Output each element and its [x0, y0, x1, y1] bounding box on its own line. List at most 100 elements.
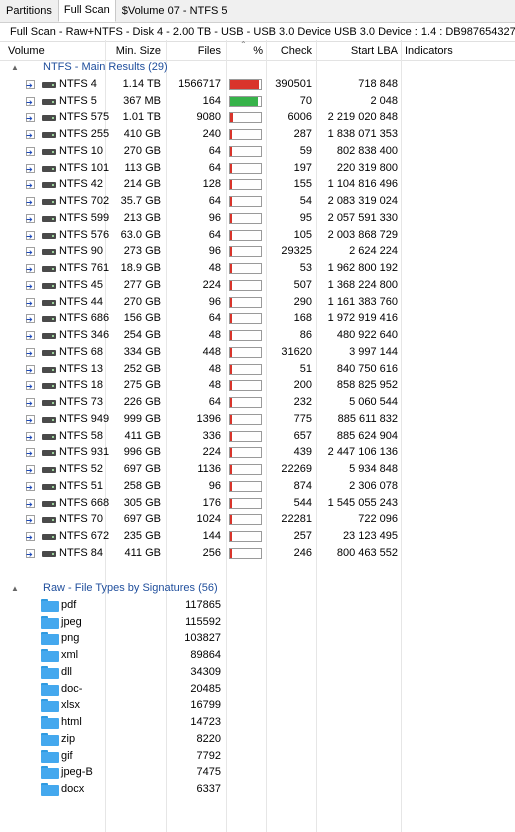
expand-arrow-icon[interactable] — [26, 244, 35, 261]
quality-bar — [229, 279, 262, 291]
list-item[interactable]: html 14723 — [0, 714, 515, 731]
expand-arrow-icon[interactable] — [26, 194, 35, 211]
quality-bar — [229, 196, 262, 207]
expand-arrow-icon[interactable] — [26, 429, 35, 446]
expand-arrow-icon[interactable] — [26, 529, 35, 546]
expand-arrow-icon[interactable] — [26, 311, 35, 328]
table-row[interactable]: NTFS 90 273 GB 96 29325 2 624 224 — [0, 243, 515, 261]
list-item[interactable]: zip 8220 — [0, 731, 515, 748]
table-row[interactable]: NTFS 52 697 GB 1136 22269 5 934 848 — [0, 461, 515, 479]
list-item[interactable]: pdf 117865 — [0, 597, 515, 614]
list-item[interactable]: docx 6337 — [0, 781, 515, 798]
column-percent[interactable]: % — [250, 42, 263, 60]
group-header-ntfs[interactable]: ▲ NTFS - Main Results (29) — [0, 59, 515, 76]
table-row[interactable]: NTFS 58 411 GB 336 657 885 624 904 — [0, 428, 515, 446]
table-row[interactable]: NTFS 10 270 GB 64 59 802 838 400 — [0, 143, 515, 161]
table-row[interactable]: NTFS 575 1.01 TB 9080 6006 2 219 020 848 — [0, 109, 515, 127]
expand-arrow-icon[interactable] — [26, 110, 35, 127]
table-row[interactable]: NTFS 70 697 GB 1024 22281 722 096 — [0, 511, 515, 529]
list-item[interactable]: gif 7792 — [0, 748, 515, 765]
table-row[interactable]: NTFS 686 156 GB 64 168 1 972 919 416 — [0, 310, 515, 328]
table-row[interactable]: NTFS 931 996 GB 224 439 2 447 106 136 — [0, 444, 515, 462]
drive-icon — [42, 81, 56, 88]
expand-arrow-icon[interactable] — [26, 261, 35, 278]
start-lba: 885 624 904 — [336, 429, 398, 442]
column-min-size[interactable]: Min. Size — [112, 42, 161, 60]
table-row[interactable]: NTFS 346 254 GB 48 86 480 922 640 — [0, 327, 515, 345]
table-row[interactable]: NTFS 101 113 GB 64 197 220 319 800 — [0, 160, 515, 178]
table-row[interactable]: NTFS 949 999 GB 1396 775 885 611 832 — [0, 411, 515, 429]
expand-arrow-icon[interactable] — [26, 328, 35, 345]
column-files[interactable]: Files — [170, 42, 221, 60]
file-count: 96 — [208, 211, 221, 224]
expand-arrow-icon[interactable] — [26, 412, 35, 429]
volume-name: NTFS 90 — [59, 245, 104, 258]
table-row[interactable]: NTFS 672 235 GB 144 257 23 123 495 — [0, 528, 515, 546]
collapse-caret-icon[interactable]: ▲ — [11, 580, 19, 597]
volume-name: NTFS 346 — [59, 329, 110, 341]
table-row[interactable]: NTFS 255 410 GB 240 287 1 838 071 353 — [0, 126, 515, 144]
column-start-lba[interactable]: Start LBA — [320, 42, 398, 60]
file-count: 336 — [202, 429, 221, 442]
file-count: 64 — [208, 144, 221, 157]
list-item[interactable]: png 103827 — [0, 630, 515, 647]
table-row[interactable]: NTFS 668 305 GB 176 544 1 545 055 243 — [0, 495, 515, 513]
table-row[interactable]: NTFS 761 18.9 GB 48 53 1 962 800 192 — [0, 260, 515, 278]
table-row[interactable]: NTFS 51 258 GB 96 874 2 306 078 — [0, 478, 515, 496]
file-count: 64 — [208, 195, 221, 207]
tab-full-scan[interactable]: Full Scan — [57, 0, 116, 22]
expand-arrow-icon[interactable] — [26, 94, 35, 111]
column-volume[interactable]: Volume — [8, 42, 45, 60]
expand-arrow-icon[interactable] — [26, 445, 35, 462]
check-value: 200 — [293, 379, 312, 392]
expand-arrow-icon[interactable] — [26, 345, 35, 362]
list-item[interactable]: jpeg 115592 — [0, 614, 515, 631]
table-row[interactable]: NTFS 5 367 MB 164 70 2 048 — [0, 93, 515, 111]
expand-arrow-icon[interactable] — [26, 295, 35, 312]
table-row[interactable]: NTFS 4 1.14 TB 1566717 390501 718 848 — [0, 76, 515, 94]
collapse-caret-icon[interactable]: ▲ — [11, 59, 19, 76]
quality-bar-fill — [230, 213, 232, 223]
table-row[interactable]: NTFS 42 214 GB 128 155 1 104 816 496 — [0, 176, 515, 194]
column-indicators[interactable]: Indicators — [405, 42, 453, 60]
table-row[interactable]: NTFS 45 277 GB 224 507 1 368 224 800 — [0, 277, 515, 295]
expand-arrow-icon[interactable] — [26, 278, 35, 295]
tab-volume-07-ntfs-5[interactable]: $Volume 07 - NTFS 5 — [116, 1, 234, 22]
list-item[interactable]: xlsx 16799 — [0, 697, 515, 714]
column-check[interactable]: Check — [270, 42, 312, 60]
expand-arrow-icon[interactable] — [26, 395, 35, 412]
table-row[interactable]: NTFS 576 63.0 GB 64 105 2 003 868 729 — [0, 227, 515, 245]
expand-arrow-icon[interactable] — [26, 77, 35, 94]
expand-arrow-icon[interactable] — [26, 362, 35, 379]
table-row[interactable]: NTFS 13 252 GB 48 51 840 750 616 — [0, 361, 515, 379]
expand-arrow-icon[interactable] — [26, 546, 35, 563]
expand-arrow-icon[interactable] — [26, 144, 35, 161]
file-count: 164 — [202, 94, 221, 107]
expand-arrow-icon[interactable] — [26, 462, 35, 479]
table-row[interactable]: NTFS 44 270 GB 96 290 1 161 383 760 — [0, 294, 515, 312]
table-row[interactable]: NTFS 18 275 GB 48 200 858 825 952 — [0, 377, 515, 395]
table-row[interactable]: NTFS 73 226 GB 64 232 5 060 544 — [0, 394, 515, 412]
expand-arrow-icon[interactable] — [26, 161, 35, 178]
expand-arrow-icon[interactable] — [26, 228, 35, 245]
table-row[interactable]: NTFS 68 334 GB 448 31620 3 997 144 — [0, 344, 515, 362]
table-row[interactable]: NTFS 702 35.7 GB 64 54 2 083 319 024 — [0, 193, 515, 211]
list-item[interactable]: dll 34309 — [0, 664, 515, 681]
expand-arrow-icon[interactable] — [26, 479, 35, 496]
list-item[interactable]: jpeg-B 7475 — [0, 764, 515, 781]
expand-arrow-icon[interactable] — [26, 378, 35, 395]
expand-arrow-icon[interactable] — [26, 177, 35, 194]
expand-arrow-icon[interactable] — [26, 496, 35, 513]
expand-arrow-icon[interactable] — [26, 127, 35, 144]
file-type-name: png — [61, 632, 80, 645]
table-row[interactable]: NTFS 599 213 GB 96 95 2 057 591 330 — [0, 210, 515, 228]
group-header-raw[interactable]: ▲ Raw - File Types by Signatures (56) — [0, 580, 515, 597]
min-size: 275 GB — [123, 379, 161, 392]
list-item[interactable]: doc- 20485 — [0, 681, 515, 698]
table-row[interactable]: NTFS 84 411 GB 256 246 800 463 552 — [0, 545, 515, 563]
list-item[interactable]: xml 89864 — [0, 647, 515, 664]
expand-arrow-icon[interactable] — [26, 211, 35, 228]
check-value: 657 — [293, 429, 312, 442]
expand-arrow-icon[interactable] — [26, 512, 35, 529]
tab-partitions[interactable]: Partitions — [0, 1, 58, 22]
